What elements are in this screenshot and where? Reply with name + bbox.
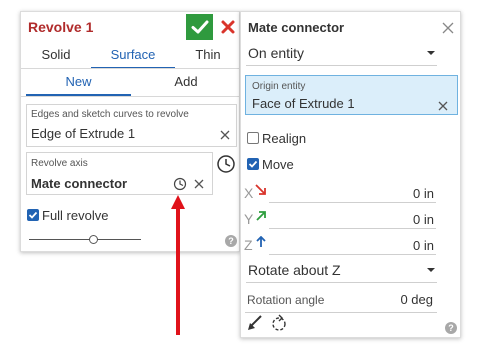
- x-arrow-icon: [255, 184, 266, 195]
- tab-new[interactable]: New: [26, 69, 131, 96]
- type-tabs: Solid Surface Thin: [21, 42, 241, 69]
- cancel-button[interactable]: [219, 17, 237, 37]
- y-offset-value[interactable]: 0 in: [413, 212, 434, 227]
- z-arrow-icon: [256, 236, 266, 247]
- annotation-arrow: [171, 195, 185, 335]
- clear-origin-icon[interactable]: [438, 101, 448, 111]
- revolve-axis-value: Mate connector: [31, 176, 128, 191]
- x-axis-label: X: [244, 185, 254, 201]
- move-checkbox[interactable]: [247, 158, 259, 170]
- feature-title[interactable]: Revolve 1: [28, 19, 93, 35]
- revolve-slider[interactable]: [29, 235, 141, 245]
- realign-checkbox[interactable]: [247, 132, 259, 144]
- help-icon[interactable]: ?: [445, 322, 457, 334]
- z-offset-value[interactable]: 0 in: [413, 238, 434, 253]
- edges-field[interactable]: Edges and sketch curves to revolve Edge …: [26, 104, 237, 147]
- rotate-icon[interactable]: [270, 314, 288, 332]
- help-icon[interactable]: ?: [225, 235, 237, 247]
- tab-solid[interactable]: Solid: [21, 42, 91, 69]
- origin-entity-value: Face of Extrude 1: [252, 96, 355, 111]
- close-icon[interactable]: [442, 22, 454, 34]
- revolve-panel: Revolve 1 Solid Surface Thin New Add Edg…: [20, 11, 240, 252]
- y-axis-label: Y: [244, 211, 254, 227]
- clear-edges-icon[interactable]: [220, 130, 230, 140]
- origin-entity-field[interactable]: Origin entity Face of Extrude 1: [245, 75, 458, 115]
- origin-entity-label: Origin entity: [252, 81, 306, 92]
- full-revolve-label: Full revolve: [42, 208, 109, 223]
- z-offset-row[interactable]: Z 0 in: [241, 233, 462, 259]
- tab-surface[interactable]: Surface: [91, 42, 175, 69]
- mate-connector-title: Mate connector: [248, 20, 345, 35]
- full-revolve-checkbox[interactable]: [27, 209, 39, 221]
- operation-tabs: New Add: [21, 69, 241, 96]
- rotation-angle-label: Rotation angle: [247, 293, 325, 307]
- revolve-axis-field[interactable]: Revolve axis Mate connector: [26, 152, 213, 195]
- slider-thumb[interactable]: [88, 235, 98, 244]
- placement-value: On entity: [248, 45, 305, 61]
- edges-value: Edge of Extrude 1: [31, 126, 136, 141]
- close-icon: [221, 20, 235, 34]
- accept-button[interactable]: [186, 14, 213, 40]
- revolve-axis-label: Revolve axis: [31, 158, 88, 169]
- create-mate-connector-icon[interactable]: [216, 154, 236, 174]
- flip-axis-icon[interactable]: [246, 314, 264, 332]
- y-offset-row[interactable]: Y 0 in: [241, 207, 462, 233]
- chevron-down-icon: [427, 51, 435, 55]
- chevron-down-icon: [427, 268, 435, 272]
- checkmark-icon: [191, 20, 208, 34]
- y-arrow-icon: [256, 211, 266, 221]
- clear-axis-icon[interactable]: [194, 179, 204, 189]
- tab-thin[interactable]: Thin: [175, 42, 241, 69]
- mate-connector-panel: Mate connector On entity Origin entity F…: [240, 11, 461, 338]
- realign-label: Realign: [262, 131, 307, 146]
- placement-dropdown[interactable]: On entity: [246, 41, 437, 66]
- check-icon: [28, 211, 38, 219]
- rotation-mode-value: Rotate about Z: [248, 262, 341, 278]
- check-icon: [248, 160, 258, 168]
- revolve-header: Revolve 1: [21, 12, 241, 42]
- rotation-mode-dropdown[interactable]: Rotate about Z: [246, 258, 437, 283]
- edges-label: Edges and sketch curves to revolve: [31, 109, 189, 120]
- rotation-angle-field[interactable]: Rotation angle 0 deg: [245, 286, 437, 313]
- x-offset-value[interactable]: 0 in: [413, 186, 434, 201]
- mate-connector-icon[interactable]: [173, 177, 187, 191]
- z-axis-label: Z: [244, 237, 253, 253]
- tab-add[interactable]: Add: [131, 69, 241, 96]
- x-offset-row[interactable]: X 0 in: [241, 181, 462, 207]
- move-label: Move: [262, 157, 294, 172]
- rotation-angle-value[interactable]: 0 deg: [400, 292, 433, 307]
